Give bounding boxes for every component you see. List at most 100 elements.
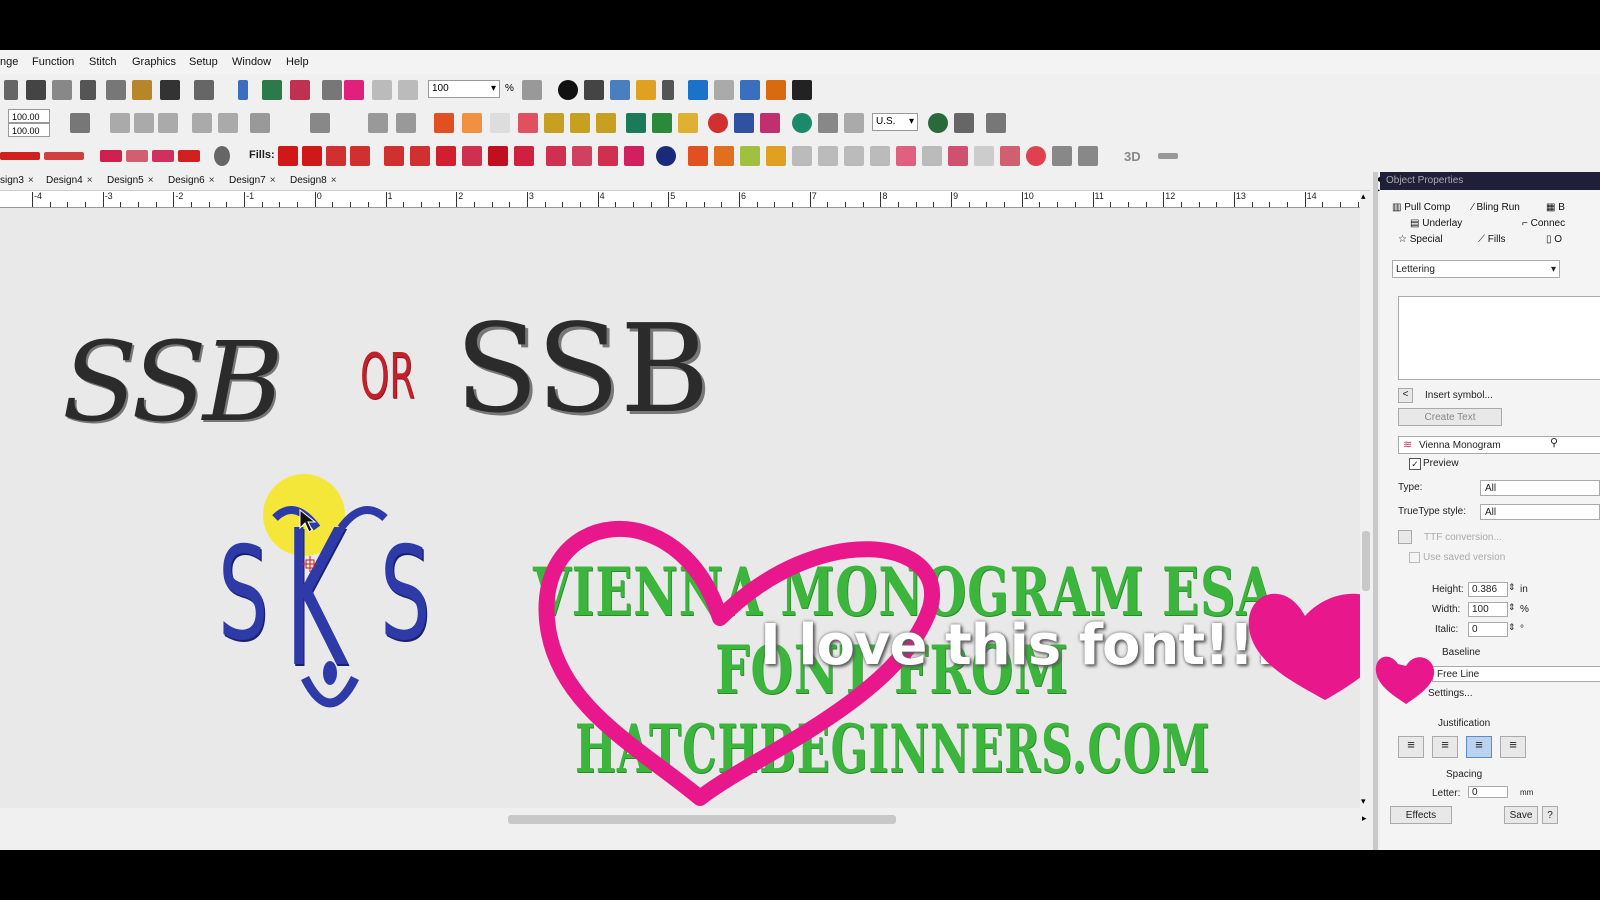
tab-design7[interactable]: Design7 × (229, 175, 276, 186)
people-icon[interactable] (760, 113, 780, 133)
menu-stitch[interactable]: Stitch (89, 56, 117, 68)
zoom-input[interactable]: 100 ▾ (428, 80, 500, 98)
shapes-icon[interactable] (652, 113, 672, 133)
star-icon[interactable] (678, 113, 698, 133)
circle-text-icon[interactable] (708, 113, 728, 133)
grid-icon[interactable] (714, 80, 734, 100)
fill-grid-icon[interactable] (688, 146, 708, 166)
width-input[interactable]: 100 (1468, 602, 1508, 617)
backstitch-icon[interactable] (152, 150, 174, 162)
fill-lace-icon[interactable] (1000, 146, 1020, 166)
rotate-left-icon[interactable] (250, 113, 270, 133)
zoom-box-icon[interactable] (522, 80, 542, 100)
fill-bubble-icon[interactable] (598, 146, 618, 166)
insert-symbol-link[interactable]: Insert symbol... (1425, 390, 1493, 401)
menu-help[interactable]: Help (286, 56, 309, 68)
fill-lines-icon[interactable] (546, 146, 566, 166)
truetype-style-select[interactable]: All (1480, 504, 1600, 520)
close-icon[interactable]: × (87, 175, 93, 186)
fill-dots-icon[interactable] (488, 146, 508, 166)
triple-run-icon[interactable] (44, 152, 84, 160)
colorway-icon[interactable] (662, 80, 674, 100)
print-preview-icon[interactable] (52, 80, 72, 100)
fill-cross-icon[interactable] (436, 146, 456, 166)
save-button[interactable]: Save (1504, 806, 1538, 824)
show-fabric-icon[interactable] (344, 80, 364, 100)
align-right-button[interactable]: ≡ (1432, 736, 1458, 758)
close-icon[interactable]: × (270, 175, 276, 186)
hoop-icon[interactable] (322, 80, 342, 100)
vertical-scroll-thumb[interactable] (1362, 531, 1370, 591)
fill-mountain-icon[interactable] (844, 146, 864, 166)
ttf-conversion-icon[interactable] (1398, 530, 1412, 544)
moon-icon[interactable] (656, 146, 676, 166)
help-button[interactable]: ? (1542, 806, 1558, 824)
mirror-horizontal-icon[interactable] (110, 113, 130, 133)
tab-bling-run[interactable]: ⁄ Bling Run (1472, 202, 1520, 213)
satin-icon[interactable] (100, 150, 122, 162)
knife-icon[interactable] (396, 113, 416, 133)
preview-checkbox[interactable]: ✓ (1409, 458, 1421, 470)
units-select[interactable]: U.S. ▾ (872, 113, 918, 131)
team-icon[interactable] (734, 113, 754, 133)
close-icon[interactable]: × (331, 175, 337, 186)
run-stitch-icon[interactable] (0, 152, 40, 160)
hoop-select-icon[interactable] (688, 80, 708, 100)
fill-stripes-icon[interactable] (948, 146, 968, 166)
height-scale-input[interactable]: 100.00 (8, 123, 50, 137)
fill-motif-icon[interactable] (462, 146, 482, 166)
open-icon[interactable] (4, 80, 18, 100)
tab-design6[interactable]: Design6 × (168, 175, 215, 186)
close-icon[interactable]: × (28, 175, 34, 186)
tab-design8[interactable]: Design8 × (290, 175, 337, 186)
effects-button[interactable]: Effects (1390, 806, 1452, 824)
fill-sparkle-icon[interactable] (766, 146, 786, 166)
baseline-select[interactable]: Free Line (1432, 666, 1600, 682)
menu-graphics[interactable]: Graphics (132, 56, 176, 68)
fill-triangle-icon[interactable] (870, 146, 890, 166)
menu-window[interactable]: Window (232, 56, 271, 68)
frame-icon[interactable] (792, 113, 812, 133)
tab-design4[interactable]: Design4 × (46, 175, 93, 186)
close-icon[interactable]: × (148, 175, 154, 186)
vienna-left-letter[interactable]: S (218, 520, 268, 669)
type-select[interactable]: All (1480, 480, 1600, 496)
menu-function[interactable]: Function (32, 56, 74, 68)
reshape-icon[interactable] (368, 113, 388, 133)
paste-icon[interactable] (132, 80, 152, 100)
trace-icon[interactable] (372, 80, 392, 100)
tab-o[interactable]: ▯ O (1546, 234, 1562, 245)
align-left-button[interactable]: ≡ (1398, 736, 1424, 758)
menu-setup[interactable]: Setup (189, 56, 218, 68)
fill-raised-icon[interactable] (350, 146, 370, 166)
fork-icon[interactable] (570, 113, 590, 133)
tab-design3[interactable]: sign3 × (0, 175, 34, 186)
fill-wave2-icon[interactable] (896, 146, 916, 166)
eraser-icon[interactable] (490, 113, 510, 133)
measure-icon[interactable] (398, 80, 418, 100)
height-spinner[interactable]: ⇕ (1508, 582, 1516, 593)
path-icon[interactable] (596, 113, 616, 133)
horizontal-scrollbar[interactable]: ▸ (0, 811, 1367, 827)
fill-spray-icon[interactable] (792, 146, 812, 166)
scroll-up-arrow[interactable]: ▴ (1361, 191, 1366, 202)
skew-icon[interactable] (192, 113, 212, 133)
design-canvas[interactable]: SSB OR SSB S K S VIENNA MONOGRAM ESA FON… (0, 208, 1360, 808)
fill-border-icon[interactable] (922, 146, 942, 166)
brush-icon[interactable] (518, 113, 538, 133)
fill-wave-icon[interactable] (384, 146, 404, 166)
cut-icon[interactable] (80, 80, 96, 100)
font-select[interactable]: Vienna Monogram (1398, 436, 1600, 454)
fill-satin-icon[interactable] (278, 146, 298, 166)
table-icon[interactable] (818, 113, 838, 133)
vertical-scrollbar[interactable]: ▴ ▾ (1360, 191, 1372, 811)
create-text-button[interactable]: Create Text (1398, 408, 1502, 426)
fill-gradient-icon[interactable] (714, 146, 734, 166)
tab-design5[interactable]: Design5 × (107, 175, 154, 186)
bar-chart-icon[interactable] (740, 80, 760, 100)
tab-special[interactable]: ☆ Special (1398, 234, 1443, 245)
align-justify-button[interactable]: ≡ (1500, 736, 1526, 758)
export-icon[interactable] (262, 80, 282, 100)
fill-circle-icon[interactable] (1026, 146, 1046, 166)
fill-net-icon[interactable] (740, 146, 760, 166)
